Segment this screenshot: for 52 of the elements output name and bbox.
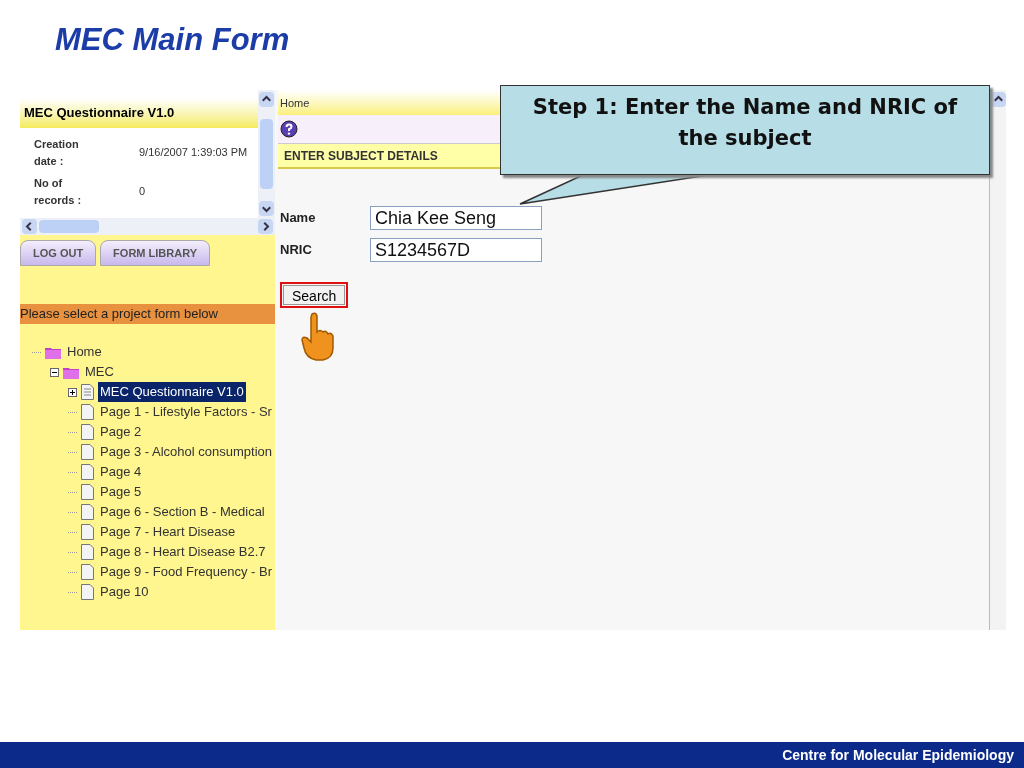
folder-icon (63, 365, 79, 379)
nav-button[interactable]: FORM LIBRARY (100, 240, 211, 266)
field-label: No of records : (34, 176, 83, 208)
page-icon (81, 464, 94, 480)
tree-item[interactable]: Page 6 - Section B - Medical (98, 502, 267, 522)
search-button[interactable]: Search (283, 285, 346, 305)
tree-item[interactable]: Page 3 - Alcohol consumption (98, 442, 274, 462)
collapse-icon[interactable] (50, 367, 59, 377)
help-icon[interactable] (280, 120, 298, 138)
tree-item[interactable]: Page 7 - Heart Disease (98, 522, 238, 542)
scroll-left-icon[interactable] (22, 219, 37, 234)
page-icon (81, 564, 94, 580)
tree-item[interactable]: Page 2 (98, 422, 144, 442)
page-icon (81, 444, 94, 460)
field-value: 9/16/2007 1:39:03 PM (139, 145, 248, 161)
vertical-scrollbar[interactable] (258, 90, 275, 218)
form-label: Name (280, 209, 317, 228)
tree-item[interactable]: Page 10 (98, 582, 151, 602)
page-icon (81, 504, 94, 520)
page-icon (81, 484, 94, 500)
scroll-up-icon[interactable] (259, 92, 274, 107)
form-label: NRIC (280, 241, 313, 260)
text-input[interactable]: Chia Kee Seng (370, 206, 542, 230)
tree-item[interactable]: MEC (83, 362, 116, 382)
scroll-down-icon[interactable] (259, 201, 274, 216)
vertical-scrollbar[interactable] (989, 90, 1006, 630)
tree-item[interactable]: Page 5 (98, 482, 144, 502)
text-input[interactable]: S1234567D (370, 238, 542, 262)
field-label: Creation date : (34, 137, 80, 169)
scroll-up-icon[interactable] (990, 92, 1006, 107)
scroll-right-icon[interactable] (258, 219, 273, 234)
nav-button[interactable]: LOG OUT (20, 240, 97, 266)
page-icon (81, 424, 94, 440)
slide-title: MEC Main Form (55, 20, 290, 59)
tree-item[interactable]: Page 8 - Heart Disease B2.7 (98, 542, 268, 562)
page-icon (81, 404, 94, 420)
tree-item[interactable]: MEC Questionnaire V1.0 (98, 382, 246, 402)
tree-item[interactable]: Page 9 - Food Frequency - Br (98, 562, 274, 582)
prompt-bar: Please select a project form below (20, 304, 275, 324)
tree-item[interactable]: Home (65, 342, 104, 362)
document-icon (81, 384, 94, 400)
page-icon (81, 544, 94, 560)
panel-header: MEC Questionnaire V1.0 (20, 98, 258, 128)
footer-text: Centre for Molecular Epidemiology (782, 745, 1014, 765)
folder-icon (45, 345, 61, 359)
expand-icon[interactable] (68, 387, 77, 397)
field-value: 0 (139, 184, 147, 200)
tree-item[interactable]: Page 1 - Lifestyle Factors - Sr (98, 402, 274, 422)
tree-item[interactable]: Page 4 (98, 462, 144, 482)
page-icon (81, 524, 94, 540)
page-icon (81, 584, 94, 600)
horizontal-scrollbar[interactable] (20, 218, 275, 235)
